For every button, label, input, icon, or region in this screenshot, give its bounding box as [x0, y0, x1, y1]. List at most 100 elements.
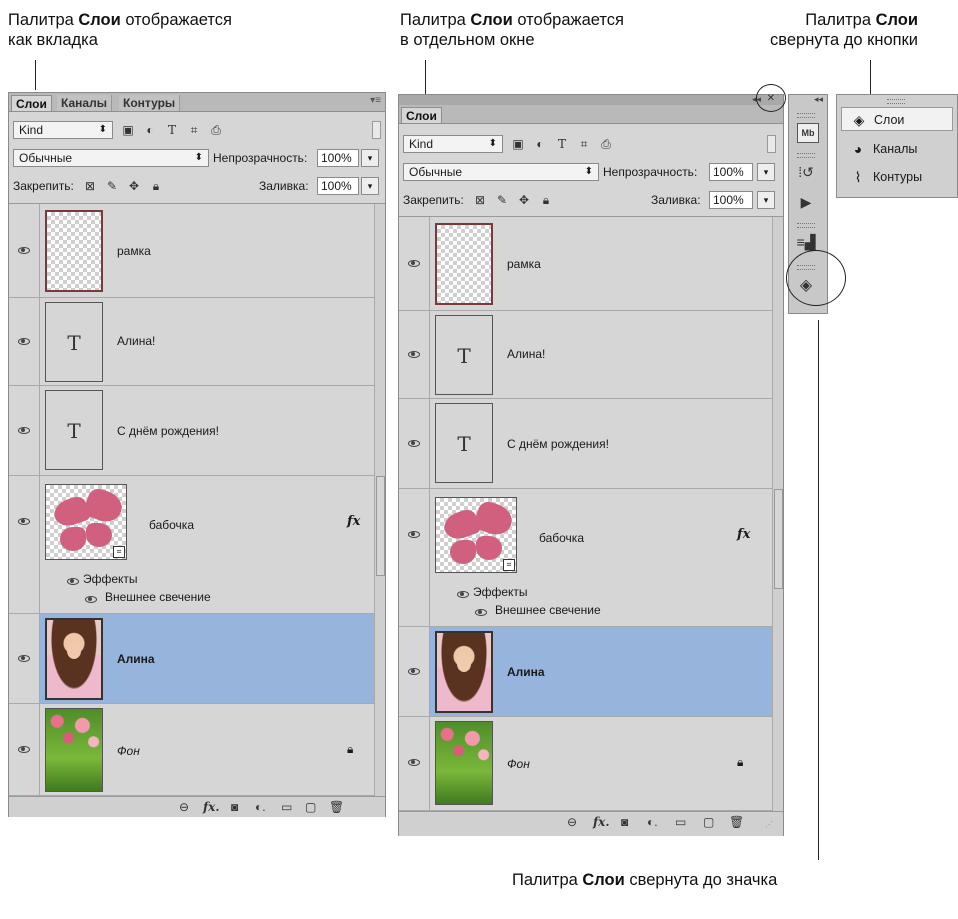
layer-row[interactable]: T Алина!: [399, 311, 773, 399]
eye-icon[interactable]: [18, 518, 30, 525]
opacity-dropdown[interactable]: ▾: [361, 149, 379, 167]
fill-dropdown[interactable]: ▾: [757, 191, 775, 209]
expand-icon[interactable]: ◂◂: [814, 94, 823, 105]
eye-icon[interactable]: [408, 531, 420, 538]
layer-name[interactable]: бабочка: [539, 531, 584, 545]
layer-row-selected[interactable]: Алина: [399, 627, 773, 717]
smart-object-icon[interactable]: ⎙: [209, 123, 223, 137]
filter-kind-select[interactable]: Kind ⬍: [13, 121, 113, 139]
new-layer-icon[interactable]: ▢: [305, 800, 316, 814]
lock-transparent-icon[interactable]: ⊠: [83, 179, 97, 193]
link-icon[interactable]: ⊖: [179, 800, 189, 814]
effect-name[interactable]: Внешнее свечение: [495, 603, 601, 617]
eye-icon[interactable]: [67, 578, 79, 585]
scroll-thumb[interactable]: [774, 489, 783, 589]
tab-channels[interactable]: Каналы: [57, 95, 112, 111]
mask-icon[interactable]: ◙: [621, 815, 628, 829]
button-layers[interactable]: ◈ Слои: [841, 107, 953, 131]
eye-icon[interactable]: [408, 351, 420, 358]
scrollbar[interactable]: [374, 204, 385, 796]
opacity-input[interactable]: 100%: [317, 149, 359, 167]
effect-name[interactable]: Внешнее свечение: [105, 590, 211, 604]
layer-name[interactable]: С днём рождения!: [507, 437, 609, 451]
eye-icon[interactable]: [18, 427, 30, 434]
eye-icon[interactable]: [475, 609, 487, 616]
image-icon[interactable]: ▣: [121, 123, 135, 137]
dock-grip[interactable]: [797, 153, 815, 158]
folder-icon[interactable]: ▭: [675, 815, 686, 829]
fill-input[interactable]: 100%: [709, 191, 753, 209]
type-icon[interactable]: T: [555, 137, 569, 151]
blend-mode-select[interactable]: Обычные ⬍: [403, 163, 599, 181]
tab-layers[interactable]: Слои: [401, 107, 442, 123]
layer-row[interactable]: T С днём рождения!: [9, 386, 375, 476]
blend-mode-select[interactable]: Обычные ⬍: [13, 149, 209, 167]
effects-label[interactable]: Эффекты: [473, 585, 528, 599]
resize-grip-icon[interactable]: ⋰: [765, 820, 773, 829]
layer-name[interactable]: Алина: [117, 652, 155, 666]
filter-kind-select[interactable]: Kind ⬍: [403, 135, 503, 153]
tab-layers[interactable]: Слои: [11, 95, 52, 111]
opacity-input[interactable]: 100%: [709, 163, 753, 181]
button-paths[interactable]: ⌇ Контуры: [841, 165, 953, 189]
panel-menu-icon[interactable]: ▾≡: [370, 95, 381, 106]
trash-icon[interactable]: 🗑︎: [329, 800, 344, 814]
type-icon[interactable]: T: [165, 123, 179, 137]
layer-name[interactable]: Алина!: [117, 334, 155, 348]
shape-icon[interactable]: ⌗: [577, 137, 591, 151]
layer-row[interactable]: Фон 🔒︎: [9, 704, 375, 796]
layer-row[interactable]: T С днём рождения!: [399, 399, 773, 489]
button-channels[interactable]: ◕ Каналы: [841, 137, 953, 161]
dock-grip[interactable]: [797, 113, 815, 118]
eye-icon[interactable]: [18, 746, 30, 753]
image-icon[interactable]: ▣: [511, 137, 525, 151]
eye-icon[interactable]: [85, 596, 97, 603]
layer-name[interactable]: бабочка: [149, 518, 194, 532]
eye-icon[interactable]: [18, 338, 30, 345]
layer-row[interactable]: рамка: [9, 204, 375, 298]
layer-name[interactable]: Фон: [117, 744, 140, 758]
opacity-dropdown[interactable]: ▾: [757, 163, 775, 181]
shape-icon[interactable]: ⌗: [187, 123, 201, 137]
mask-icon[interactable]: ◙: [231, 800, 238, 814]
layer-name[interactable]: С днём рождения!: [117, 424, 219, 438]
eye-icon[interactable]: [408, 440, 420, 447]
fx-icon[interactable]: fx: [737, 527, 750, 542]
lock-paint-icon[interactable]: ✎: [105, 179, 119, 193]
actions-icon[interactable]: ▶: [795, 191, 817, 213]
new-layer-icon[interactable]: ▢: [703, 815, 714, 829]
folder-icon[interactable]: ▭: [281, 800, 292, 814]
adjustment-icon[interactable]: ◐.: [255, 800, 266, 814]
adjustment-icon[interactable]: ◐: [143, 123, 157, 137]
lock-move-icon[interactable]: ✥: [517, 193, 531, 207]
adjustment-icon[interactable]: ◐: [533, 137, 547, 151]
effects-label[interactable]: Эффекты: [83, 572, 138, 586]
layer-row[interactable]: ⌗ бабочка fx Эффекты Внешнее свечение: [9, 476, 375, 614]
layer-name[interactable]: рамка: [507, 257, 541, 271]
fx-icon[interactable]: fx: [347, 514, 360, 529]
scrollbar[interactable]: [772, 217, 783, 811]
eye-icon[interactable]: [408, 668, 420, 675]
layer-name[interactable]: Фон: [507, 757, 530, 771]
history-icon[interactable]: ⁞↺: [795, 161, 817, 183]
mini-bridge-icon[interactable]: Mb: [797, 123, 819, 143]
layer-row[interactable]: T Алина!: [9, 298, 375, 386]
trash-icon[interactable]: 🗑︎: [729, 815, 744, 829]
fill-dropdown[interactable]: ▾: [361, 177, 379, 195]
layer-name[interactable]: рамка: [117, 244, 151, 258]
fx-icon[interactable]: fx.: [203, 800, 220, 814]
eye-icon[interactable]: [18, 655, 30, 662]
eye-icon[interactable]: [408, 759, 420, 766]
tab-paths[interactable]: Контуры: [119, 95, 181, 111]
filter-toggle[interactable]: [767, 135, 776, 153]
layer-row[interactable]: рамка: [399, 217, 773, 311]
layer-name[interactable]: Алина: [507, 665, 545, 679]
lock-all-icon[interactable]: 🔒︎: [149, 179, 163, 193]
layer-row[interactable]: Фон 🔒︎: [399, 717, 773, 811]
lock-paint-icon[interactable]: ✎: [495, 193, 509, 207]
scroll-thumb[interactable]: [376, 476, 385, 576]
link-icon[interactable]: ⊖: [567, 815, 577, 829]
layer-row[interactable]: ⌗ бабочка fx Эффекты Внешнее свечение: [399, 489, 773, 627]
dock-grip[interactable]: [887, 99, 905, 104]
dock-grip[interactable]: [797, 223, 815, 228]
